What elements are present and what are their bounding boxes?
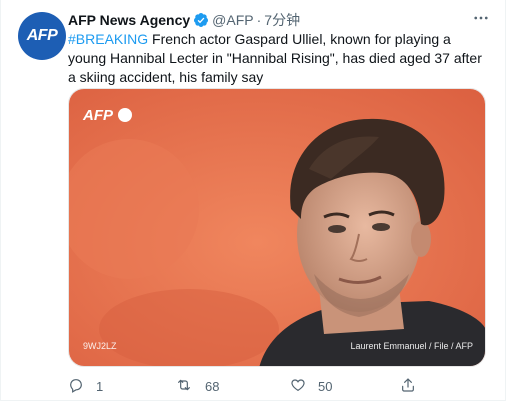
- reply-button[interactable]: 1: [68, 376, 103, 396]
- reply-count: 1: [96, 378, 104, 394]
- timestamp[interactable]: 7分钟: [264, 10, 300, 30]
- photo-image: AFP 9WJ2LZ Laurent Emmanuel / File / AFP: [69, 89, 485, 366]
- retweet-button[interactable]: 68: [175, 376, 219, 396]
- separator-dot: ·: [256, 12, 262, 28]
- avatar[interactable]: AFP: [18, 12, 66, 60]
- author-name[interactable]: AFP News Agency: [68, 12, 190, 28]
- tweet-card[interactable]: AFP AFP News Agency @AFP · 7分钟 #BREAKING…: [0, 0, 506, 401]
- author-handle[interactable]: @AFP: [212, 12, 253, 28]
- heart-icon: [290, 377, 306, 396]
- photo-credit: Laurent Emmanuel / File / AFP: [350, 341, 473, 351]
- retweet-count: 68: [205, 378, 220, 394]
- more-options-icon[interactable]: [471, 8, 491, 28]
- reply-icon: [68, 377, 84, 396]
- like-count: 50: [318, 378, 333, 394]
- verified-badge-icon: [193, 12, 209, 28]
- photo-id: 9WJ2LZ: [83, 341, 117, 351]
- tweet-text: #BREAKING French actor Gaspard Ulliel, k…: [68, 30, 488, 87]
- tweet-actions: 1 68 50: [68, 376, 488, 396]
- hashtag-link[interactable]: #BREAKING: [68, 31, 148, 47]
- afp-watermark-logo: AFP: [82, 107, 114, 124]
- tweet-media-photo[interactable]: AFP 9WJ2LZ Laurent Emmanuel / File / AFP: [68, 88, 486, 367]
- avatar-logo-text: AFP: [26, 27, 58, 44]
- share-icon: [400, 377, 416, 396]
- like-button[interactable]: 50: [290, 376, 332, 396]
- share-button[interactable]: [400, 376, 416, 396]
- retweet-icon: [175, 377, 193, 396]
- tweet-header: AFP News Agency @AFP · 7分钟: [68, 10, 300, 30]
